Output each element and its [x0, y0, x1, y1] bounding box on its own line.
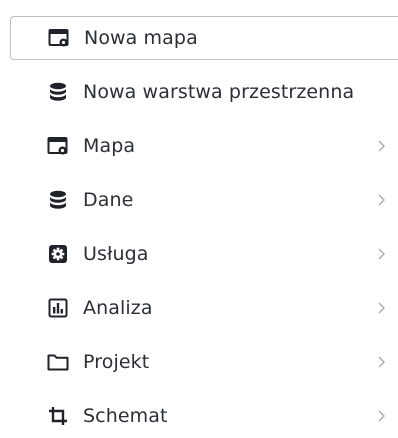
menu-item-label: Nowa mapa: [84, 27, 198, 49]
menu-item-data[interactable]: Dane: [10, 178, 398, 222]
menu-item-label: Schemat: [83, 405, 168, 427]
menu-item-label: Projekt: [83, 351, 150, 373]
menu-item-service[interactable]: Usługa: [10, 232, 398, 276]
chevron-right-icon: [378, 248, 385, 260]
menu-item-label: Nowa warstwa przestrzenna: [83, 81, 355, 103]
map-window-gear-icon: [48, 27, 70, 49]
map-window-gear-icon: [47, 135, 69, 157]
menu-item-label: Mapa: [83, 135, 136, 157]
menu-item-new-map[interactable]: Nowa mapa: [10, 16, 398, 60]
crop-icon: [47, 405, 69, 427]
menu-item-analysis[interactable]: Analiza: [10, 286, 398, 330]
folder-icon: [47, 351, 69, 373]
context-menu: Nowa mapa Nowa warstwa przestrzenna Mapa: [0, 0, 398, 430]
chevron-right-icon: [378, 302, 385, 314]
menu-item-map[interactable]: Mapa: [10, 124, 398, 168]
gear-square-icon: [47, 243, 69, 265]
chevron-right-icon: [378, 410, 385, 422]
database-icon: [47, 189, 69, 211]
menu-item-label: Usługa: [83, 243, 149, 265]
chevron-right-icon: [378, 194, 385, 206]
menu-item-project[interactable]: Projekt: [10, 340, 398, 384]
menu-item-label: Analiza: [83, 297, 153, 319]
chevron-right-icon: [378, 356, 385, 368]
database-icon: [47, 81, 69, 103]
menu-item-label: Dane: [83, 189, 134, 211]
menu-item-new-spatial-layer[interactable]: Nowa warstwa przestrzenna: [10, 70, 398, 114]
menu-item-schema[interactable]: Schemat: [10, 394, 398, 438]
bar-chart-icon: [47, 297, 69, 319]
chevron-right-icon: [378, 140, 385, 152]
